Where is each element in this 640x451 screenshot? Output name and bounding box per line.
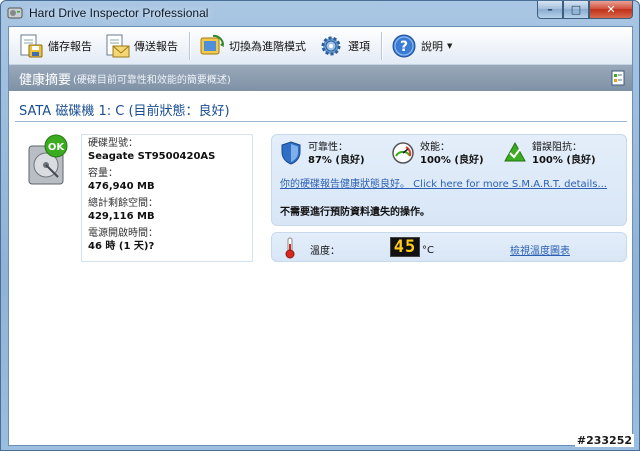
summary-content: SATA 磁碟機 1: C (目前狀態：良好) OK 硬碟型號： Seagate… [9,92,632,445]
performance-metric: 效能： 100% (良好) [392,141,484,167]
reliability-label: 可靠性： [308,142,348,153]
health-status-panel: 可靠性： 87% (良好) 效能： 100% (良好) 錯誤阻抗： 100% (… [271,134,627,226]
chevron-down-icon: ▼ [447,41,453,50]
send-report-label: 傳送報告 [134,39,178,53]
save-report-button[interactable]: 儲存報告 [13,30,97,62]
app-window: Hard Drive Inspector Professional – □ ✕ … [0,0,640,451]
model-value: Seagate ST9500420AS [88,151,216,162]
error-resistance-value: 100% (良好) [532,155,596,166]
switch-mode-icon [200,34,225,54]
watermark: #233252 [574,434,634,447]
performance-label: 效能： [420,142,450,153]
error-resistance-label: 錯誤阻抗： [532,142,582,153]
toolbar: 儲存報告 傳送報告 切換為進階模式 選項 ? 說明 ▼ [9,27,632,65]
svg-text:?: ? [400,39,408,55]
power-on-label: 電源開啟時間： [88,228,158,239]
hard-drive-ok-icon: OK [28,134,68,185]
gauge-icon [392,142,414,164]
temperature-display: 45 [390,237,420,257]
switch-mode-label: 切換為進階模式 [229,39,306,53]
check-triangle-icon [504,141,526,162]
advice-text: 不需要進行預防資料遺失的操作。 [280,207,430,218]
capacity-value: 476,940 MB [88,181,155,192]
save-report-icon [20,34,43,57]
window-title: Hard Drive Inspector Professional [29,6,209,20]
temperature-panel: 溫度： 45 °C 檢視溫度圖表 [271,232,627,262]
client-area: 儲存報告 傳送報告 切換為進階模式 選項 ? 說明 ▼ 健康摘要 (硬碟目前可靠… [8,26,633,446]
capacity-label: 容量： [88,168,118,179]
title-bar[interactable]: Hard Drive Inspector Professional – □ ✕ [1,1,639,25]
section-header: 健康摘要 (硬碟目前可靠性和效能的簡要概述) [9,65,632,91]
reliability-metric: 可靠性： 87% (良好) [280,141,365,167]
temperature-unit: °C [422,245,434,256]
help-icon: ? [392,34,416,57]
options-label: 選項 [348,39,370,53]
toolbar-separator [381,31,382,60]
report-icon[interactable] [610,70,626,86]
help-label: 說明 [421,39,443,53]
help-button[interactable]: ? 說明 ▼ [386,30,457,62]
maximize-button[interactable]: □ [563,1,589,19]
ok-badge-text: OK [48,142,66,153]
performance-value: 100% (良好) [420,155,484,166]
thermometer-icon [285,237,295,259]
send-report-button[interactable]: 傳送報告 [99,30,183,62]
switch-mode-button[interactable]: 切換為進階模式 [194,30,311,62]
drive-title: SATA 磁碟機 1: C (目前狀態：良好) [19,104,230,119]
view-temperature-chart-link[interactable]: 檢視溫度圖表 [510,242,570,257]
drive-info-box: 硬碟型號： Seagate ST9500420AS 容量： 476,940 MB… [81,134,253,262]
power-on-value: 46 時 (1 天)? [88,241,155,252]
section-title: 健康摘要 [19,72,72,88]
options-button[interactable]: 選項 [313,30,375,62]
error-resistance-metric: 錯誤阻抗： 100% (良好) [504,141,596,167]
temperature-label: 溫度： [310,246,340,257]
free-space-label: 總計剩餘空間： [88,198,158,209]
drive-header: SATA 磁碟機 1: C (目前狀態：良好) [15,98,627,122]
send-report-icon [106,34,130,57]
toolbar-separator [189,31,190,60]
section-subtitle: (硬碟目前可靠性和效能的簡要概述) [73,74,231,86]
minimize-button[interactable]: – [537,1,563,19]
window-controls: – □ ✕ [537,1,633,19]
app-icon [7,7,23,19]
shield-icon [281,141,301,165]
close-button[interactable]: ✕ [589,1,633,19]
model-label: 硬碟型號： [88,138,138,149]
save-report-label: 儲存報告 [48,39,92,53]
free-space-value: 429,116 MB [88,211,155,222]
smart-details-link[interactable]: 你的硬碟報告健康狀態良好。 Click here for more S.M.A.… [280,175,607,190]
gear-icon [321,36,341,55]
reliability-value: 87% (良好) [308,155,365,166]
